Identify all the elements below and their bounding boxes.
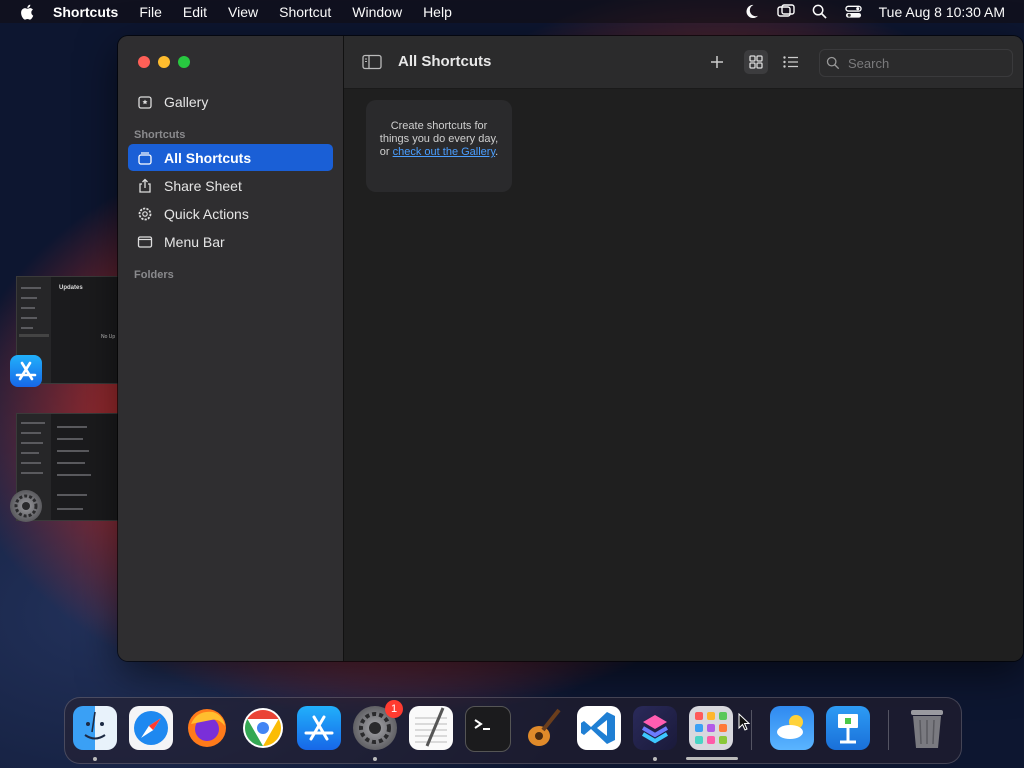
system-settings-icon[interactable]: 1 — [353, 700, 403, 750]
system-settings-stage-icon[interactable] — [10, 490, 42, 522]
app-store-stage-icon[interactable] — [10, 355, 42, 387]
menu-app-name[interactable]: Shortcuts — [53, 4, 118, 20]
spotlight-search-icon[interactable] — [811, 4, 829, 20]
stage-thumbnail-title: Updates — [59, 285, 83, 291]
sidebar-item-all-shortcuts[interactable]: All Shortcuts — [128, 144, 333, 171]
grid-icon — [749, 55, 763, 69]
shortcuts-icon[interactable] — [633, 706, 677, 750]
minimize-window-button[interactable] — [158, 56, 170, 68]
menu-help[interactable]: Help — [423, 4, 452, 20]
sidebar-item-label: Menu Bar — [164, 233, 225, 250]
main-content: All Shortcuts Create shortcuts for thing… — [344, 36, 1023, 661]
notification-badge: 1 — [385, 700, 403, 718]
fullscreen-window-button[interactable] — [178, 56, 190, 68]
menu-bar: Shortcuts File Edit View Shortcut Window… — [0, 0, 1024, 23]
apple-logo-icon[interactable] — [20, 4, 34, 20]
menu-file[interactable]: File — [139, 4, 162, 20]
firefox-icon[interactable] — [185, 706, 229, 750]
running-indicator — [653, 757, 657, 761]
sidebar-toggle-button[interactable] — [360, 50, 384, 74]
vscode-icon[interactable] — [577, 706, 621, 750]
screen-mirroring-icon[interactable] — [776, 4, 795, 20]
running-indicator — [373, 757, 377, 761]
launchpad-icon[interactable] — [689, 706, 733, 750]
page-title: All Shortcuts — [398, 53, 492, 70]
search-field[interactable] — [819, 49, 1013, 77]
list-view-button[interactable] — [779, 50, 803, 74]
add-shortcut-button[interactable] — [705, 50, 729, 74]
running-indicator — [93, 757, 97, 761]
control-center-icon[interactable] — [845, 4, 863, 20]
list-icon — [783, 56, 798, 68]
menu-window[interactable]: Window — [352, 4, 402, 20]
sidebar-item-quick-actions[interactable]: Quick Actions — [128, 200, 333, 227]
menu-edit[interactable]: Edit — [183, 4, 207, 20]
dock-scroll-indicator — [686, 757, 738, 760]
sidebar-section-shortcuts: Shortcuts — [134, 129, 186, 141]
dock: 1 — [64, 697, 962, 764]
dock-separator — [751, 710, 752, 750]
moon-icon[interactable] — [743, 4, 761, 20]
search-input[interactable] — [848, 55, 998, 71]
close-window-button[interactable] — [138, 56, 150, 68]
sidebar-item-label: All Shortcuts — [164, 149, 252, 166]
plus-icon — [711, 56, 723, 68]
app-store-icon[interactable] — [297, 706, 341, 750]
grid-view-button[interactable] — [744, 50, 768, 74]
share-icon — [136, 177, 154, 195]
sidebar-item-label: Share Sheet — [164, 177, 242, 194]
sidebar-item-gallery[interactable]: Gallery — [128, 88, 333, 115]
textedit-icon[interactable] — [409, 706, 453, 750]
stack-icon — [136, 149, 154, 167]
sidebar-item-label: Quick Actions — [164, 205, 249, 222]
keynote-icon[interactable] — [826, 706, 870, 750]
sidebar-toggle-icon — [362, 54, 382, 70]
garageband-icon[interactable] — [521, 706, 565, 750]
gallery-link[interactable]: check out the Gallery — [393, 146, 496, 158]
menubar-icon — [136, 233, 154, 251]
menubar-clock[interactable]: Tue Aug 8 10:30 AM — [879, 4, 1005, 20]
trash-icon[interactable] — [905, 706, 949, 750]
sidebar: Gallery Shortcuts All Shortcuts Share Sh… — [118, 36, 344, 661]
sidebar-item-label: Gallery — [164, 93, 209, 110]
sidebar-item-menu-bar[interactable]: Menu Bar — [128, 228, 333, 255]
gear-icon — [136, 205, 154, 223]
dock-separator — [888, 710, 889, 750]
sidebar-item-share-sheet[interactable]: Share Sheet — [128, 172, 333, 199]
terminal-icon[interactable] — [465, 706, 511, 752]
chrome-icon[interactable] — [241, 706, 285, 750]
search-icon — [826, 56, 840, 70]
empty-state-period: . — [495, 146, 499, 158]
finder-icon[interactable] — [73, 706, 117, 750]
toolbar: All Shortcuts — [344, 36, 1023, 89]
empty-state-card: Create shortcuts for things you do every… — [366, 100, 512, 192]
safari-icon[interactable] — [129, 706, 173, 750]
stage-thumbnail-message: No Up — [101, 334, 116, 340]
mouse-pointer-icon — [738, 713, 750, 731]
menubar-status-area: Tue Aug 8 10:30 AM — [727, 0, 1005, 23]
weather-icon[interactable] — [770, 706, 814, 750]
sidebar-section-folders: Folders — [134, 269, 174, 281]
menu-view[interactable]: View — [228, 4, 258, 20]
shortcuts-window: Gallery Shortcuts All Shortcuts Share Sh… — [118, 36, 1023, 661]
gallery-icon — [136, 93, 154, 111]
menu-shortcut[interactable]: Shortcut — [279, 4, 331, 20]
